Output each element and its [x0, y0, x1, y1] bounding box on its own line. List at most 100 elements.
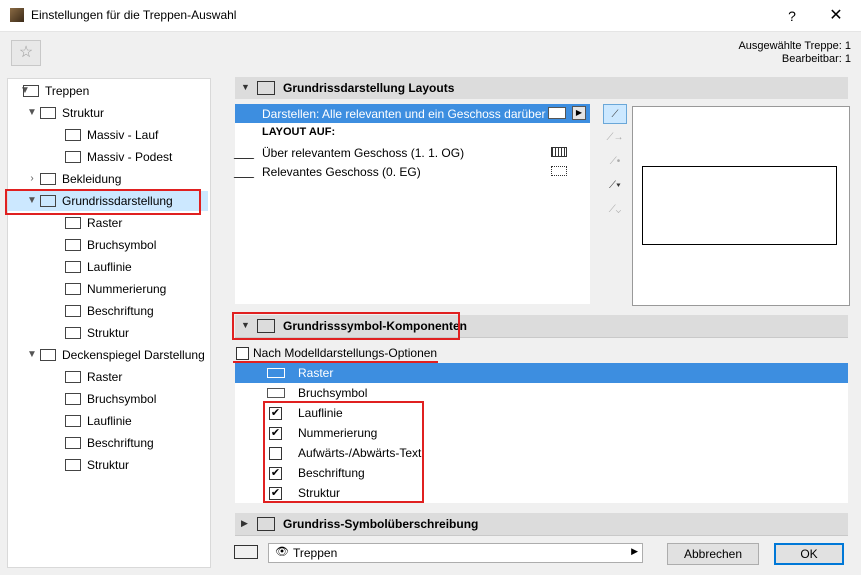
grid-icon [267, 368, 285, 378]
structure-icon [65, 327, 81, 339]
tree-item[interactable]: › Bekleidung [8, 169, 208, 189]
chevron-down-icon[interactable]: ▼ [26, 345, 38, 365]
tree-item[interactable]: ▼ Treppen [8, 81, 208, 101]
stair-line-icon [233, 146, 265, 159]
ok-button[interactable]: OK [774, 543, 844, 565]
layouts-panel-title: Grundrissdarstellung Layouts [283, 81, 455, 95]
title-bar: Einstellungen für die Treppen-Auswahl ? … [0, 0, 861, 32]
tree-item-label: Struktur [87, 458, 130, 472]
numbering-icon [65, 283, 81, 295]
layout-row[interactable]: Relevantes Geschoss (0. EG) [233, 162, 590, 182]
tree-item[interactable]: Bruchsymbol [8, 235, 208, 255]
display-option-row[interactable]: Darstellen: Alle relevanten und ein Gesc… [235, 104, 590, 123]
override-icon [257, 517, 275, 531]
help-button[interactable]: ? [780, 5, 804, 27]
finish-icon [40, 173, 56, 185]
break-icon [65, 393, 81, 405]
tree-item-label: Bruchsymbol [87, 238, 157, 252]
label-icon [65, 437, 81, 449]
stair-line-icon [233, 165, 265, 178]
favorites-button[interactable]: ☆ [11, 40, 41, 66]
view-select-label: Treppen [293, 546, 338, 560]
tree-item[interactable]: Raster [8, 367, 208, 387]
component-label: Raster [298, 366, 334, 380]
tree-item[interactable]: Lauflinie [8, 257, 208, 277]
view-relevant-button[interactable]: ⟋▾ [603, 176, 627, 196]
tree-item[interactable]: Massiv - Lauf [8, 125, 208, 145]
model-display-checkbox[interactable] [236, 347, 249, 360]
tree-item-label: Lauflinie [87, 414, 132, 428]
layout-row[interactable]: Über relevantem Geschoss (1. 1. OG) [233, 143, 590, 163]
tree-item[interactable]: Beschriftung [8, 301, 208, 321]
override-panel-header[interactable]: ▶ Grundriss-Symbolüberschreibung [235, 513, 848, 536]
structure-icon [65, 459, 81, 471]
close-button[interactable]: ✕ [824, 5, 848, 27]
editable-count: Bearbeitbar: 1 [781, 53, 851, 65]
component-row[interactable]: Bruchsymbol [235, 383, 848, 403]
layouts-list: Darstellen: Alle relevanten und ein Gesc… [233, 104, 590, 304]
tree-item-label: Struktur [87, 326, 130, 340]
tree-item[interactable]: Lauflinie [8, 411, 208, 431]
break-icon [65, 239, 81, 251]
override-panel-title: Grundriss-Symbolüberschreibung [283, 517, 479, 531]
view-buttons: ⟋ ⟋→ ⟋• ⟋▾ ⟋⌄ [603, 104, 627, 224]
layout-row-label: Relevantes Geschoss (0. EG) [262, 165, 421, 179]
app-icon [10, 8, 24, 22]
component-label: Bruchsymbol [298, 386, 368, 400]
cancel-button[interactable]: Abbrechen [667, 543, 759, 565]
tree-item-label: Massiv - Lauf [87, 128, 159, 142]
submenu-arrow-icon: ▶ [631, 546, 638, 556]
highlight-box [5, 189, 201, 215]
tree-item-label: Raster [87, 216, 123, 230]
tree-item[interactable]: Struktur [8, 323, 208, 343]
star-icon: ☆ [18, 44, 34, 61]
break-symbol-icon [267, 388, 285, 398]
stairs-icon [23, 85, 39, 97]
view-above-button[interactable]: ⟋ [603, 104, 627, 124]
tree-item-label: Deckenspiegel Darstellung [62, 348, 205, 362]
structure-icon [40, 107, 56, 119]
tree-item-label: Lauflinie [87, 260, 132, 274]
tree-item[interactable]: Massiv - Podest [8, 147, 208, 167]
play-arrow-icon[interactable]: ▶ [572, 106, 586, 120]
eye-icon: 👁 [275, 546, 289, 558]
layers-icon[interactable] [234, 545, 258, 559]
grid-icon [65, 371, 81, 383]
expand-arrow-icon: ▶ [241, 518, 248, 528]
highlight-box [263, 401, 424, 503]
tree-item-label: Bekleidung [62, 172, 122, 186]
tree-item[interactable]: Struktur [8, 455, 208, 475]
layout-section-header: LAYOUT AUF: [262, 126, 336, 138]
tree-item[interactable]: ▼ Deckenspiegel Darstellung [8, 345, 208, 365]
tree-item[interactable]: Beschriftung [8, 433, 208, 453]
tree-item-label: Treppen [45, 84, 90, 98]
component-row[interactable]: Raster [235, 363, 848, 383]
view-button-2[interactable]: ⟋→ [603, 128, 627, 148]
model-display-label: Nach Modelldarstellungs-Optionen [253, 346, 438, 360]
highlight-box [232, 312, 460, 340]
chevron-down-icon[interactable]: ▼ [26, 103, 38, 123]
tree-item[interactable]: Bruchsymbol [8, 389, 208, 409]
walkline-icon [65, 415, 81, 427]
model-display-option[interactable]: Nach Modelldarstellungs-Optionen [236, 346, 446, 362]
tree-item-label: Beschriftung [87, 304, 154, 318]
chevron-right-icon[interactable]: › [26, 169, 38, 189]
view-button-3[interactable]: ⟋• [603, 152, 627, 172]
window-title: Einstellungen für die Treppen-Auswahl [31, 8, 237, 22]
layout-picker-icon[interactable] [548, 107, 566, 119]
label-icon [65, 305, 81, 317]
collapse-arrow-icon: ▼ [241, 82, 250, 92]
tree-item-label: Beschriftung [87, 436, 154, 450]
grid-icon [551, 147, 567, 157]
tree-item[interactable]: ▼ Struktur [8, 103, 208, 123]
tree-item-label: Bruchsymbol [87, 392, 157, 406]
layouts-panel-header[interactable]: ▼ Grundrissdarstellung Layouts [235, 77, 848, 100]
view-button-5[interactable]: ⟋⌄ [603, 200, 627, 220]
tree-item[interactable]: Nummerierung [8, 279, 208, 299]
flight-icon [65, 129, 81, 141]
selected-stair-count: Ausgewählte Treppe: 1 [738, 40, 851, 52]
view-select[interactable]: 👁 Treppen ▶ [268, 543, 643, 563]
selection-info: Ausgewählte Treppe: 1 Bearbeitbar: 1 [738, 40, 851, 66]
tree-item-label: Struktur [62, 106, 105, 120]
tree-item[interactable]: Raster [8, 213, 208, 233]
